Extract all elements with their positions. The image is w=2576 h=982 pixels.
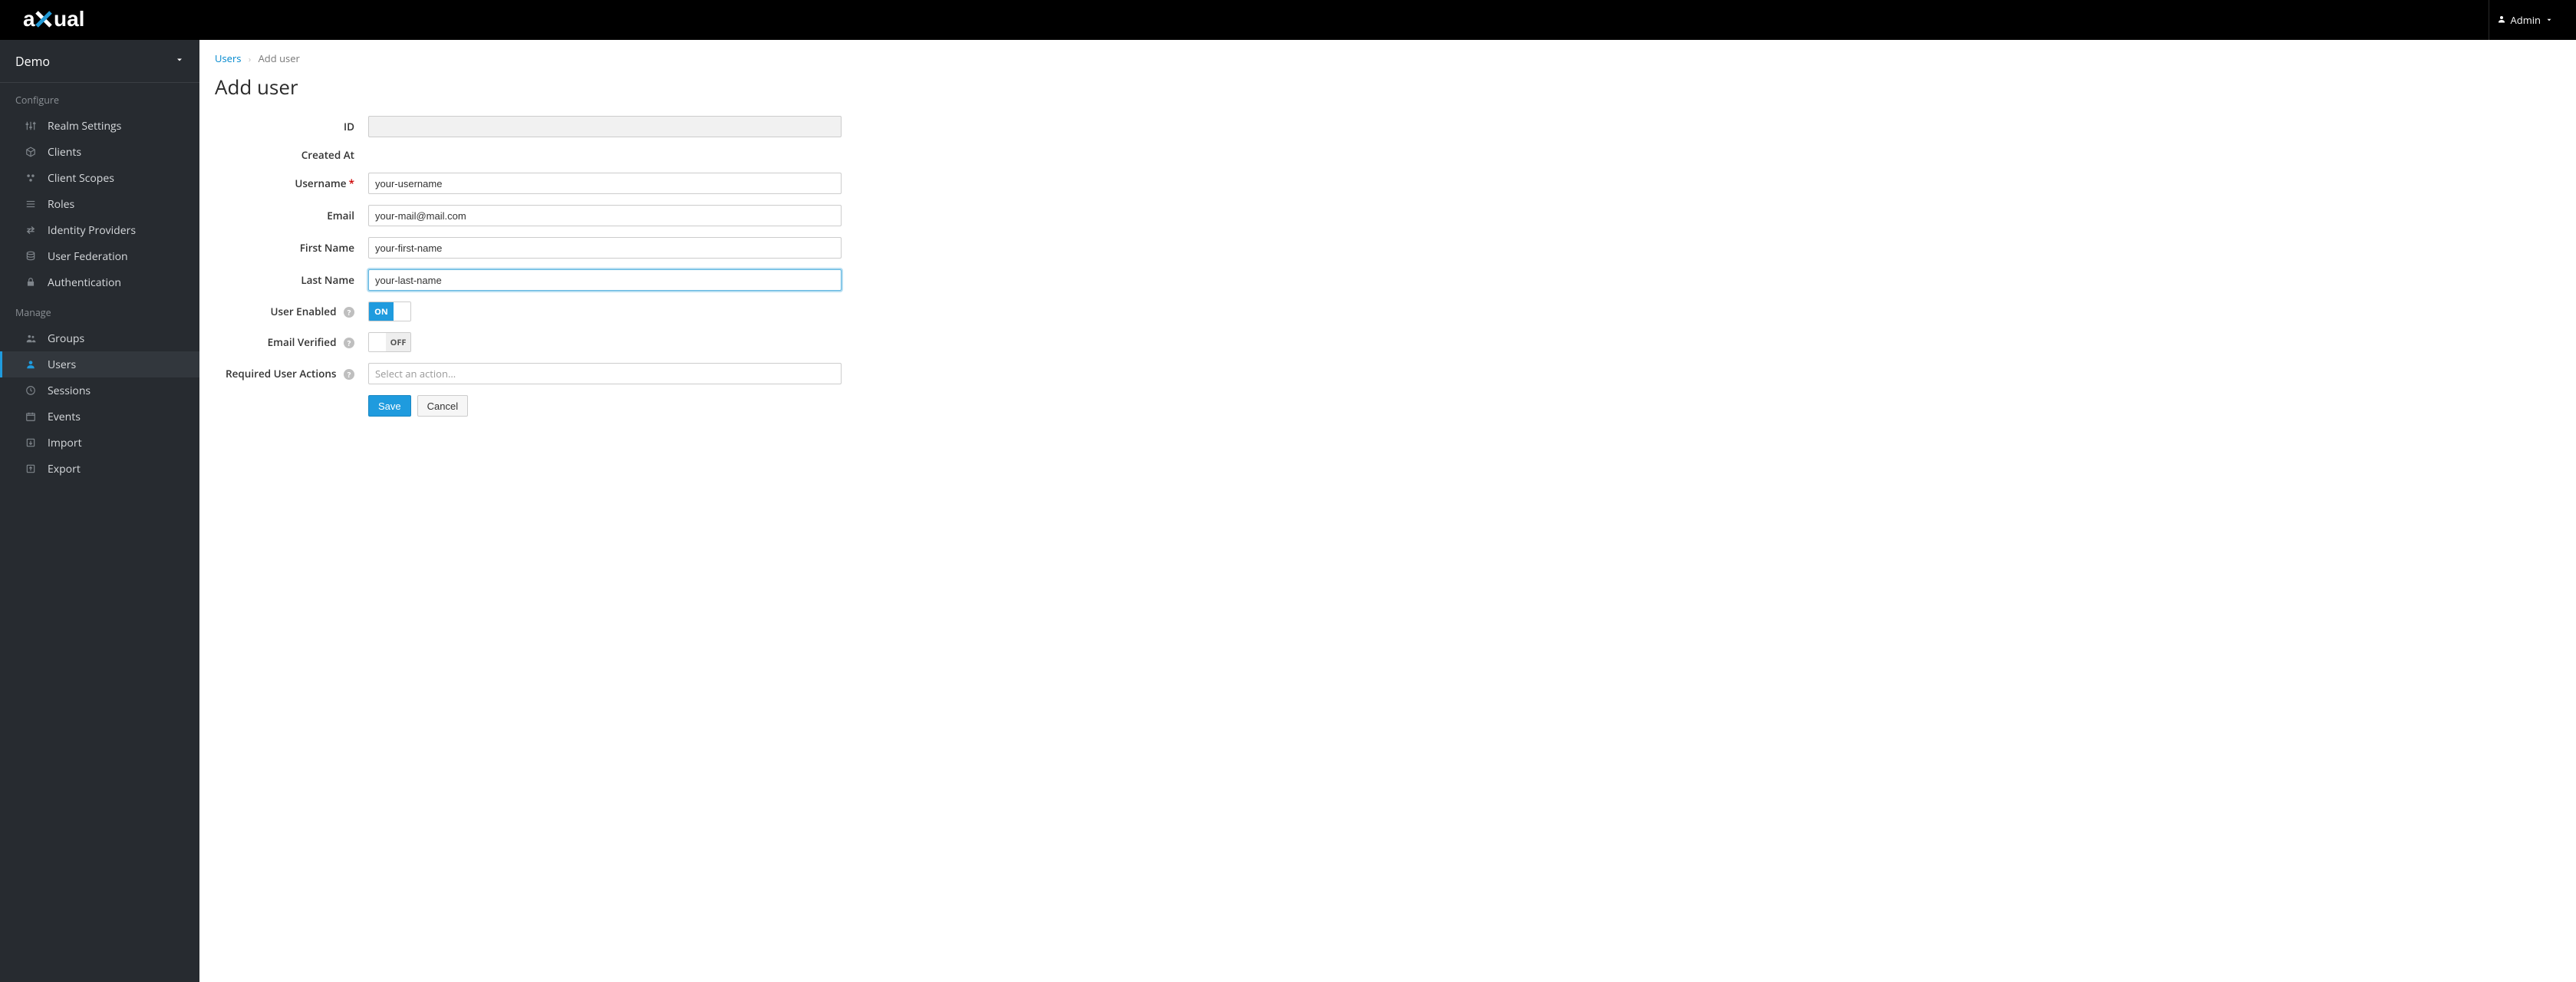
sidebar-item-import[interactable]: Import [0, 430, 199, 456]
sidebar-item-label: Export [48, 462, 81, 476]
sidebar-group-configure: Configure [0, 83, 199, 113]
user-enabled-label: User Enabled ? [215, 305, 368, 318]
sidebar-item-sessions[interactable]: Sessions [0, 377, 199, 404]
sidebar-item-label: Groups [48, 331, 84, 346]
help-icon[interactable]: ? [344, 307, 354, 318]
required-actions-label: Required User Actions ? [215, 367, 368, 381]
user-label: Admin [2511, 13, 2541, 27]
breadcrumb-current: Add user [259, 51, 300, 65]
sidebar-item-label: Events [48, 410, 81, 424]
breadcrumb-parent[interactable]: Users [215, 51, 241, 65]
user-enabled-toggle[interactable]: ON [368, 302, 411, 321]
sidebar-item-clients[interactable]: Clients [0, 139, 199, 165]
sidebar-item-label: Authentication [48, 275, 121, 290]
sidebar-item-label: Realm Settings [48, 119, 121, 133]
sidebar-item-label: Users [48, 358, 76, 372]
sidebar-item-roles[interactable]: Roles [0, 191, 199, 217]
form-row-last-name: Last Name [215, 269, 1181, 291]
required-actions-select[interactable]: Select an action... [368, 363, 842, 384]
sidebar-item-label: Identity Providers [48, 223, 136, 238]
lock-icon [25, 277, 37, 288]
form-row-first-name: First Name [215, 237, 1181, 259]
logo[interactable]: a ual [23, 8, 138, 32]
user-menu[interactable]: Admin [2489, 0, 2561, 40]
form-row-id: ID [215, 116, 1181, 137]
form-row-user-enabled: User Enabled ? ON [215, 302, 1181, 321]
form-row-email-verified: Email Verified ? OFF [215, 332, 1181, 352]
sliders-icon [25, 120, 37, 131]
form-row-buttons: Save Cancel [215, 395, 1181, 417]
toggle-on-label: ON [369, 302, 394, 321]
sidebar-item-client-scopes[interactable]: Client Scopes [0, 165, 199, 191]
select-placeholder: Select an action... [375, 367, 456, 381]
database-icon [25, 251, 37, 262]
sidebar-item-label: Import [48, 436, 82, 450]
calendar-icon [25, 411, 37, 422]
sidebar-item-user-federation[interactable]: User Federation [0, 243, 199, 269]
sidebar-item-users[interactable]: Users [0, 351, 199, 377]
required-marker: * [349, 176, 354, 190]
email-verified-toggle[interactable]: OFF [368, 332, 411, 352]
clock-icon [25, 385, 37, 396]
form-row-created-at: Created At [215, 148, 1181, 162]
main-content: Users › Add user Add user ID Created At … [199, 40, 1197, 982]
cube-icon [25, 147, 37, 157]
id-field [368, 116, 842, 137]
sidebar-item-authentication[interactable]: Authentication [0, 269, 199, 295]
sidebar: Demo Configure Realm Settings Clients Cl… [0, 40, 199, 982]
help-icon[interactable]: ? [344, 369, 354, 380]
scopes-icon [25, 173, 37, 183]
topbar: a ual Admin [0, 0, 2576, 40]
chevron-down-icon [175, 54, 184, 68]
sidebar-item-realm-settings[interactable]: Realm Settings [0, 113, 199, 139]
id-label: ID [215, 120, 368, 133]
save-button[interactable]: Save [368, 395, 411, 417]
form-row-username: Username* [215, 173, 1181, 194]
sidebar-group-manage: Manage [0, 295, 199, 325]
svg-text:ual: ual [54, 8, 84, 31]
toggle-handle [369, 333, 386, 351]
form-row-required-actions: Required User Actions ? Select an action… [215, 363, 1181, 384]
sidebar-item-label: Sessions [48, 384, 91, 398]
svg-text:a: a [23, 8, 35, 31]
cancel-button[interactable]: Cancel [417, 395, 468, 417]
sidebar-item-label: User Federation [48, 249, 128, 264]
group-icon [25, 333, 37, 344]
import-icon [25, 437, 37, 448]
user-icon [2497, 13, 2506, 27]
toggle-handle [394, 302, 410, 321]
sidebar-item-groups[interactable]: Groups [0, 325, 199, 351]
created-at-label: Created At [215, 148, 368, 162]
last-name-input[interactable] [368, 269, 842, 291]
list-icon [25, 199, 37, 209]
realm-selector[interactable]: Demo [0, 40, 199, 83]
toggle-off-label: OFF [386, 333, 410, 351]
sidebar-item-label: Clients [48, 145, 81, 160]
sidebar-item-events[interactable]: Events [0, 404, 199, 430]
first-name-input[interactable] [368, 237, 842, 259]
sidebar-item-label: Client Scopes [48, 171, 114, 186]
email-label: Email [215, 209, 368, 222]
email-verified-label: Email Verified ? [215, 335, 368, 349]
username-input[interactable] [368, 173, 842, 194]
sidebar-item-export[interactable]: Export [0, 456, 199, 482]
sidebar-item-label: Roles [48, 197, 74, 212]
help-icon[interactable]: ? [344, 338, 354, 348]
first-name-label: First Name [215, 241, 368, 255]
email-input[interactable] [368, 205, 842, 226]
realm-name: Demo [15, 53, 50, 70]
export-icon [25, 463, 37, 474]
form-row-email: Email [215, 205, 1181, 226]
user-icon [25, 359, 37, 370]
chevron-down-icon [2545, 13, 2553, 27]
username-label: Username* [215, 176, 368, 190]
last-name-label: Last Name [215, 273, 368, 287]
breadcrumb: Users › Add user [215, 51, 1181, 65]
page-title: Add user [215, 73, 1181, 101]
sidebar-item-identity-providers[interactable]: Identity Providers [0, 217, 199, 243]
chevron-right-icon: › [249, 54, 251, 65]
exchange-icon [25, 225, 37, 236]
